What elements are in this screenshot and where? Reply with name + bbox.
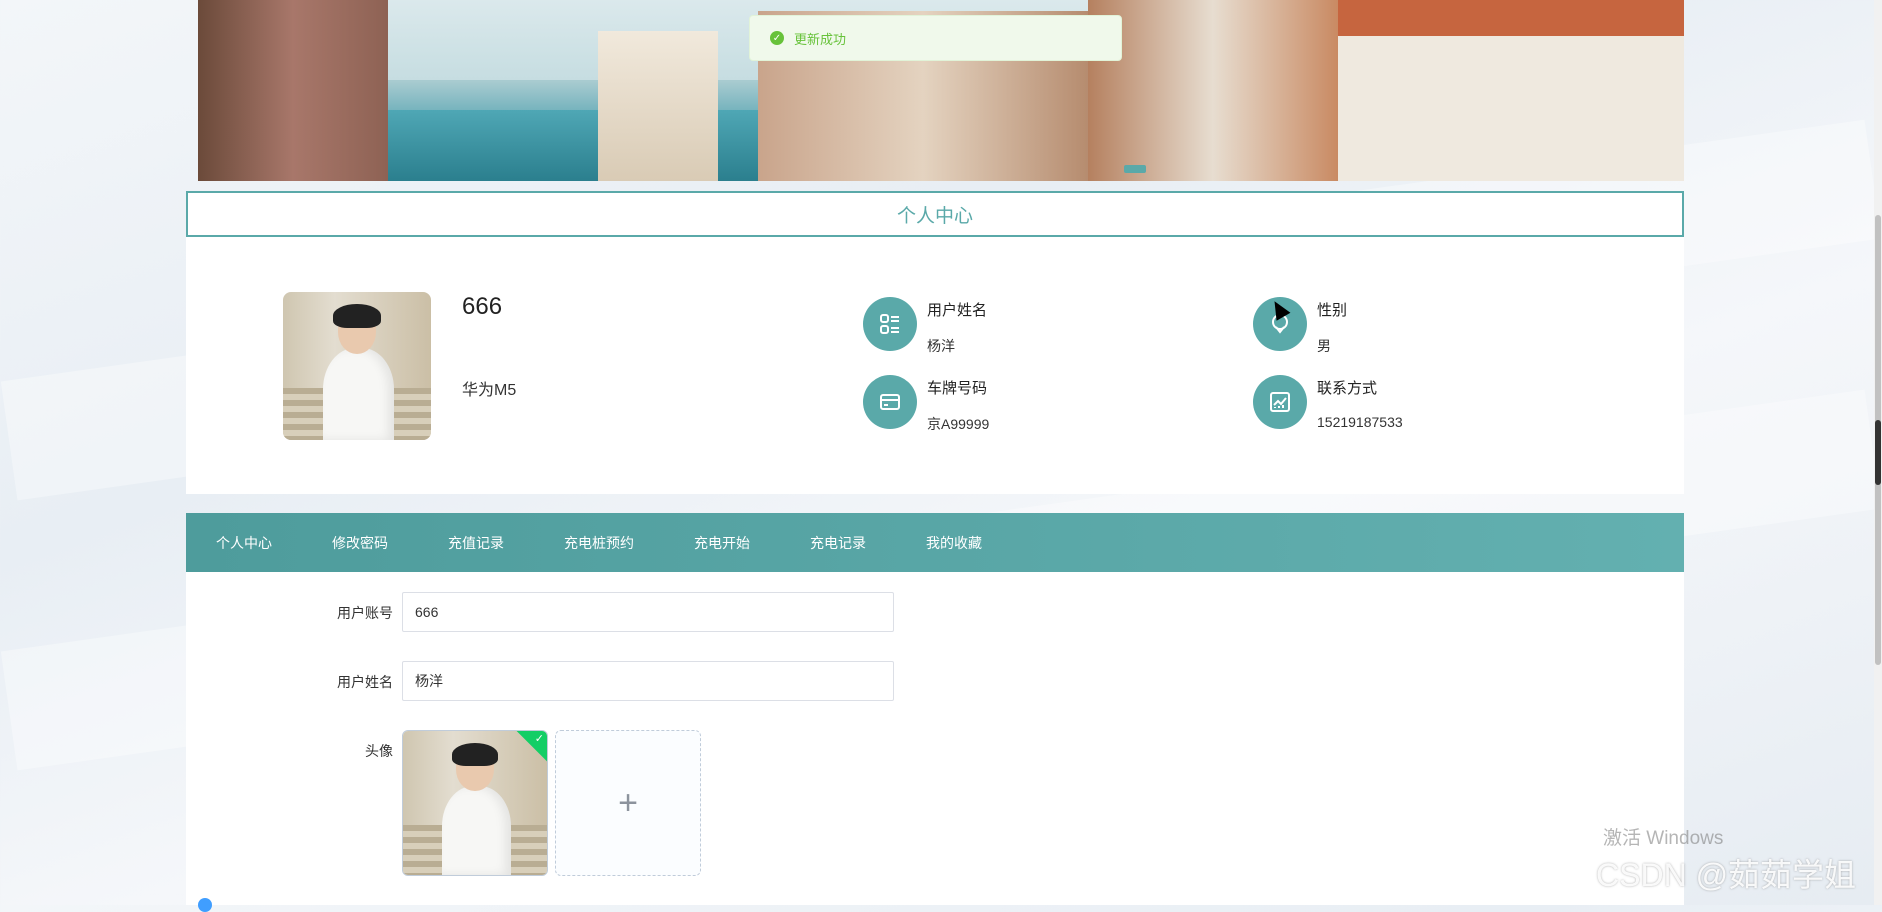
avatar-upload-button[interactable]: + xyxy=(555,730,701,876)
profile-tabs: 个人中心 修改密码 充值记录 充电桩预约 充电开始 充电记录 我的收藏 xyxy=(186,513,1684,572)
banner-building xyxy=(198,0,388,181)
carousel-indicator[interactable] xyxy=(1124,165,1146,173)
info-label: 车牌号码 xyxy=(927,380,988,397)
avatar-photo xyxy=(283,292,431,440)
account-label: 用户账号 xyxy=(337,605,393,621)
info-real-name: 用户姓名 杨洋 xyxy=(863,297,987,356)
tab-change-password[interactable]: 修改密码 xyxy=(302,533,418,553)
info-value: 男 xyxy=(1317,338,1331,354)
tab-charging-records[interactable]: 充电记录 xyxy=(780,533,896,553)
page-title: 个人中心 xyxy=(896,205,973,227)
windows-activation-watermark: 激活 Windows xyxy=(1603,828,1724,849)
info-value: 15219187533 xyxy=(1317,414,1403,430)
tab-charging-start[interactable]: 充电开始 xyxy=(664,533,780,553)
avatar-label: 头像 xyxy=(365,743,393,759)
account-input[interactable] xyxy=(402,592,894,632)
tab-my-favorites[interactable]: 我的收藏 xyxy=(896,533,1012,553)
panel-title-bar: 个人中心 xyxy=(186,191,1684,237)
plus-icon: + xyxy=(618,783,638,822)
check-icon: ✓ xyxy=(534,733,544,745)
tab-pile-reservation[interactable]: 充电桩预约 xyxy=(534,533,664,553)
page-scrollbar[interactable] xyxy=(1874,0,1882,905)
license-plate-icon xyxy=(863,375,917,429)
info-label: 用户姓名 xyxy=(927,302,988,319)
success-check-icon: ✓ xyxy=(770,31,784,45)
contact-chart-icon xyxy=(1253,375,1307,429)
profile-form: 用户账号 用户姓名 头像 ✓ + xyxy=(186,572,1684,905)
info-value: 杨洋 xyxy=(927,338,955,354)
profile-car-model: 华为M5 xyxy=(462,382,517,399)
banner-building xyxy=(1338,0,1684,181)
info-label: 联系方式 xyxy=(1317,380,1378,397)
banner-building xyxy=(1088,0,1338,181)
tab-personal-center[interactable]: 个人中心 xyxy=(186,533,302,553)
floating-widget[interactable] xyxy=(198,898,212,912)
name-input[interactable] xyxy=(402,661,894,701)
scrollbar-thumb[interactable] xyxy=(1875,420,1881,485)
info-plate-number: 车牌号码 京A99999 xyxy=(863,375,989,434)
info-contact: 联系方式 15219187533 xyxy=(1253,375,1403,430)
tab-recharge-records[interactable]: 充值记录 xyxy=(418,533,534,553)
profile-username: 666 xyxy=(462,293,503,320)
info-label: 性别 xyxy=(1317,302,1348,319)
name-label: 用户姓名 xyxy=(337,674,393,690)
info-value: 京A99999 xyxy=(927,416,990,432)
success-toast: ✓ 更新成功 xyxy=(749,15,1122,61)
avatar-photo xyxy=(403,731,547,875)
banner-water xyxy=(378,110,798,181)
id-card-icon xyxy=(863,297,917,351)
banner-building xyxy=(598,31,718,181)
csdn-watermark: CSDN @茹茹学姐 xyxy=(1596,857,1857,893)
uploaded-avatar-thumbnail[interactable]: ✓ xyxy=(402,730,548,876)
profile-card: 666 华为M5 用户姓名 杨洋 性别 男 车牌号码 京A99999 联系方式 … xyxy=(186,237,1684,494)
toast-message: 更新成功 xyxy=(794,31,847,47)
avatar xyxy=(283,292,431,440)
